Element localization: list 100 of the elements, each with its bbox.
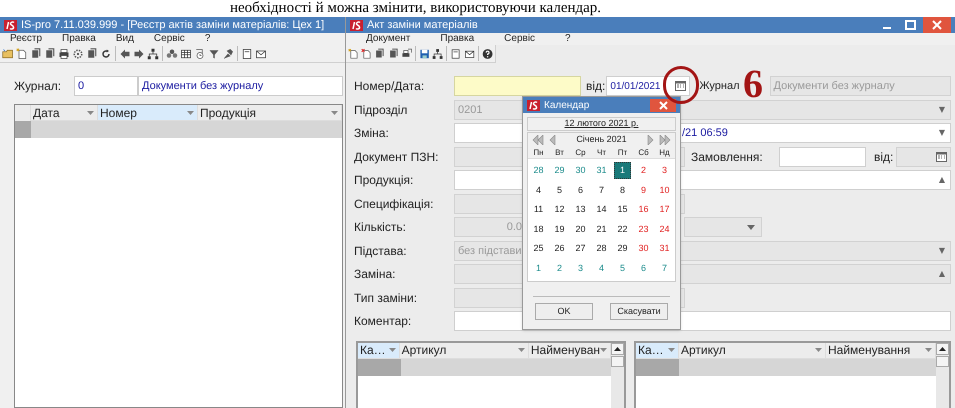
menu-item[interactable]: Сервіс xyxy=(154,33,185,45)
column-header[interactable]: Номер xyxy=(98,105,198,120)
dialog-button[interactable]: Скасувати xyxy=(610,303,668,320)
dropdown-caret-icon xyxy=(518,348,525,352)
date-field[interactable]: 01/01/2021 xyxy=(606,76,690,96)
calendar-day[interactable]: 20 xyxy=(572,220,589,238)
close-button[interactable] xyxy=(650,98,676,112)
arrow-left-icon[interactable] xyxy=(119,48,131,60)
menu-item[interactable]: Сервіс xyxy=(504,33,536,45)
document-stack-icon[interactable] xyxy=(388,48,399,60)
dropdown-caret-icon xyxy=(600,348,607,352)
menu-item[interactable]: ? xyxy=(565,33,571,45)
printer-icon[interactable] xyxy=(58,48,70,60)
calendar-day[interactable]: 28 xyxy=(593,240,610,258)
menu-item[interactable]: Правка xyxy=(62,33,96,45)
calendar-day[interactable]: 26 xyxy=(551,240,568,258)
envelope-icon[interactable] xyxy=(255,48,267,60)
calendar-day[interactable]: 13 xyxy=(572,201,589,218)
row-indicator xyxy=(15,121,31,138)
calendar-day[interactable]: 25 xyxy=(530,240,547,258)
calendar-day[interactable]: 16 xyxy=(635,201,652,218)
column-header[interactable]: Найменування xyxy=(826,342,936,358)
caret-icon: ▼ xyxy=(938,104,945,116)
hierarchy-icon[interactable] xyxy=(432,48,444,60)
form-icon[interactable] xyxy=(241,48,253,60)
document-stack-icon[interactable] xyxy=(374,48,386,60)
dropdown-caret-icon xyxy=(87,110,94,114)
filter-icon[interactable] xyxy=(208,48,220,60)
menu-item[interactable]: ? xyxy=(204,33,210,45)
clock-document-icon[interactable] xyxy=(194,48,206,60)
double-right-arrow-icon[interactable] xyxy=(659,135,671,145)
save-icon[interactable] xyxy=(419,48,430,60)
calendar-day[interactable]: 12 xyxy=(551,201,568,218)
calendar-day[interactable]: 27 xyxy=(572,240,589,258)
hierarchy-icon[interactable] xyxy=(147,48,159,60)
column-header[interactable]: Ка… xyxy=(636,342,679,358)
folder-icon[interactable] xyxy=(2,48,14,60)
field-label: Тип заміни: xyxy=(354,290,418,307)
document-stack-icon[interactable] xyxy=(44,48,56,60)
group-icon[interactable] xyxy=(166,48,178,60)
number-field[interactable] xyxy=(454,76,581,96)
calendar-day[interactable]: 18 xyxy=(530,220,547,238)
field-label: від: xyxy=(874,148,894,166)
scroll-thumb[interactable] xyxy=(611,356,624,366)
menu-item[interactable]: Вид xyxy=(116,33,134,45)
column-header[interactable]: Артикул xyxy=(679,342,826,358)
calendar-day[interactable]: 15 xyxy=(614,201,631,218)
new-document-icon[interactable] xyxy=(16,48,28,60)
journal-code-field[interactable]: 0 xyxy=(74,76,138,96)
printer-setup-icon[interactable] xyxy=(400,48,412,60)
form-icon[interactable] xyxy=(450,48,462,60)
table-icon[interactable] xyxy=(180,48,192,60)
field-label: Документ ПЗН: xyxy=(354,148,440,166)
help-icon[interactable] xyxy=(482,48,493,60)
double-left-arrow-icon[interactable] xyxy=(532,135,544,145)
menu-item[interactable]: Реєстр xyxy=(10,33,42,45)
calendar-day[interactable]: 29 xyxy=(614,240,631,258)
right-arrow-icon[interactable] xyxy=(647,135,655,145)
caret-down-icon xyxy=(747,224,755,230)
calendar-day[interactable]: 17 xyxy=(656,201,673,218)
dialog-button[interactable]: OK xyxy=(535,303,593,320)
menu-item[interactable]: Правка xyxy=(440,33,474,45)
document-stack-icon[interactable] xyxy=(86,48,98,60)
calendar-day[interactable]: 21 xyxy=(593,220,610,238)
menu-item[interactable]: Документ xyxy=(366,33,410,45)
new-document-icon[interactable] xyxy=(348,48,360,60)
close-icon xyxy=(658,100,668,110)
column-header[interactable]: Ка… xyxy=(358,342,400,358)
journal-name-field[interactable]: Документи без журналу xyxy=(138,76,343,96)
calendar-day[interactable]: 31 xyxy=(656,240,673,258)
delete-document-icon[interactable] xyxy=(361,48,372,60)
caret-icon: ▲ xyxy=(938,268,945,280)
refresh-icon[interactable] xyxy=(100,48,112,60)
calendar-day[interactable]: 11 xyxy=(530,201,547,218)
column-header[interactable]: Найменуван xyxy=(528,342,611,358)
calendar-day[interactable]: 24 xyxy=(656,220,673,238)
field-label: Журнал xyxy=(699,79,740,94)
date-field[interactable] xyxy=(896,146,951,167)
calendar-day[interactable]: 14 xyxy=(593,201,610,218)
calendar-day[interactable]: 19 xyxy=(551,220,568,238)
column-header[interactable]: Дата xyxy=(31,105,98,120)
pin-icon[interactable] xyxy=(222,48,234,60)
arrow-right-icon[interactable] xyxy=(133,48,145,60)
document-stack-icon[interactable] xyxy=(30,48,42,60)
column-header[interactable]: Артикул xyxy=(400,342,529,358)
scroll-thumb[interactable] xyxy=(936,356,949,366)
close-button[interactable] xyxy=(923,17,951,33)
row-indicator xyxy=(636,358,679,376)
calendar-day[interactable]: 1 xyxy=(614,162,631,180)
calendar-day[interactable]: 30 xyxy=(635,240,652,258)
order-field[interactable] xyxy=(779,146,866,167)
gear-icon[interactable] xyxy=(72,48,84,60)
left-arrow-icon[interactable] xyxy=(548,135,556,145)
calendar-day[interactable]: 23 xyxy=(635,220,652,238)
scrollbar[interactable] xyxy=(611,342,624,408)
scrollbar[interactable] xyxy=(936,342,949,408)
calendar-day[interactable]: 22 xyxy=(614,220,631,238)
column-header[interactable]: Продукція xyxy=(198,105,342,120)
window-title: Акт заміни матеріалів xyxy=(367,18,478,33)
field-label: Підстава: xyxy=(354,242,408,260)
